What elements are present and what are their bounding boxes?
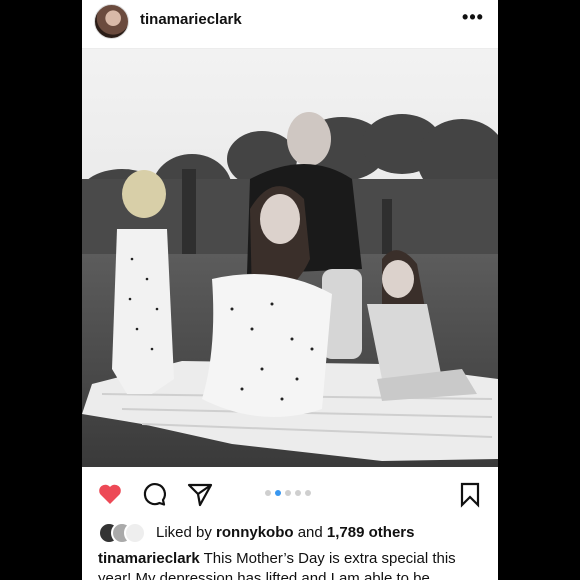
carousel-dot: [285, 490, 291, 496]
likes-summary[interactable]: Liked by ronnykobo and 1,789 others: [98, 520, 414, 544]
carousel-dot: [295, 490, 301, 496]
like-heart-icon[interactable]: [96, 480, 124, 508]
carousel-dot-active: [275, 490, 281, 496]
liker-avatar: [124, 522, 146, 544]
caption-username[interactable]: tinamarieclark: [98, 550, 200, 567]
instagram-post: tinamarieclark ••• Liked by ronnykobo an…: [82, 0, 498, 580]
likes-prefix: Liked by: [156, 523, 212, 541]
save-bookmark-icon[interactable]: [456, 480, 484, 508]
likes-others-count[interactable]: 1,789 others: [327, 524, 415, 541]
action-bar: [82, 476, 498, 512]
post-caption: tinamarieclark This Mother’s Day is extr…: [98, 549, 490, 580]
liker-avatars: [98, 521, 156, 544]
family-photo-image: [82, 49, 498, 467]
post-username[interactable]: tinamarieclark: [140, 11, 242, 28]
carousel-indicator: [265, 490, 311, 496]
carousel-dot: [305, 490, 311, 496]
post-header: tinamarieclark •••: [82, 0, 498, 49]
likes-joiner: and: [297, 523, 323, 541]
liker-username[interactable]: ronnykobo: [216, 524, 294, 541]
comment-icon[interactable]: [140, 480, 168, 508]
share-send-icon[interactable]: [186, 480, 214, 508]
more-options-icon[interactable]: •••: [462, 7, 484, 31]
carousel-dot: [265, 490, 271, 496]
post-photo[interactable]: [82, 49, 498, 467]
profile-avatar[interactable]: [94, 4, 129, 39]
